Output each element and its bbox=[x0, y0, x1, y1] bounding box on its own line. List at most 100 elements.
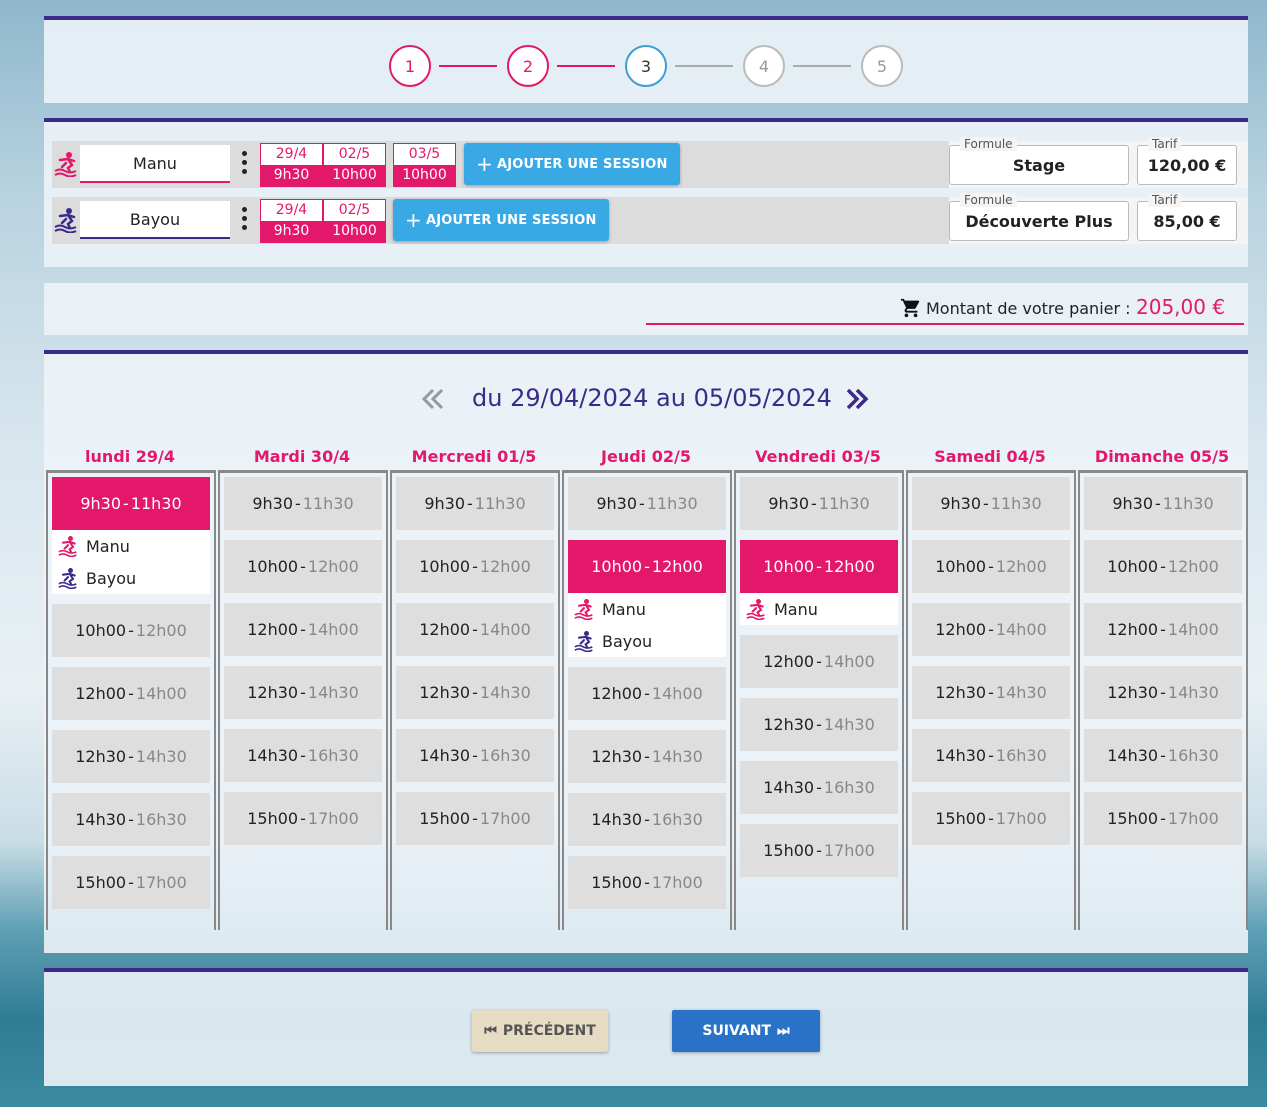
previous-button[interactable]: ⏮ PRÉCÉDENT bbox=[472, 1010, 608, 1052]
day-column: 9h30-11h30 10h00-12h00 Manu Bayou 12h00-14h0… bbox=[562, 470, 732, 930]
slot-start: 15h00 bbox=[763, 841, 815, 860]
time-slot[interactable]: 12h30-14h30 bbox=[396, 666, 554, 719]
slot-end: 16h30 bbox=[651, 810, 703, 829]
slot-end: 11h30 bbox=[818, 494, 870, 513]
time-slot[interactable]: 12h00-14h00 bbox=[740, 635, 898, 688]
time-slot[interactable]: 10h00-12h00 bbox=[396, 540, 554, 593]
time-slot[interactable]: 12h00-14h00 bbox=[52, 667, 210, 720]
slot-separator: - bbox=[472, 620, 478, 639]
add-session-button[interactable]: + AJOUTER UNE SESSION bbox=[393, 199, 609, 241]
time-slot[interactable]: 14h30-16h30 bbox=[740, 761, 898, 814]
slot-separator: - bbox=[1160, 620, 1166, 639]
participants-panel: Manu 29/4 9h30 02/5 10h00 03/5 10h00 + A… bbox=[44, 118, 1248, 267]
session-date: 29/4 bbox=[275, 202, 308, 218]
booked-participants: Manu Bayou bbox=[568, 593, 726, 657]
step-5: 5 bbox=[861, 45, 903, 87]
slot-separator: - bbox=[988, 683, 994, 702]
slot-end: 11h30 bbox=[474, 494, 526, 513]
time-slot[interactable]: 12h00-14h00 bbox=[912, 603, 1070, 656]
slot-end: 17h00 bbox=[651, 873, 703, 892]
participant-name-field[interactable]: Bayou bbox=[80, 201, 230, 239]
time-slot[interactable]: 9h30-11h30 bbox=[568, 477, 726, 530]
surfer-icon bbox=[54, 208, 77, 233]
kebab-menu-icon[interactable] bbox=[242, 151, 248, 175]
chevron-double-right-icon[interactable] bbox=[842, 384, 872, 414]
time-slot[interactable]: 12h30-14h30 bbox=[52, 730, 210, 783]
time-slot[interactable]: 15h00-17h00 bbox=[568, 856, 726, 909]
session-time: 9h30 bbox=[261, 165, 322, 186]
slot-end: 17h00 bbox=[1167, 809, 1219, 828]
time-slot[interactable]: 14h30-16h30 bbox=[568, 793, 726, 846]
time-slot[interactable]: 12h30-14h30 bbox=[224, 666, 382, 719]
next-button[interactable]: SUIVANT ⏭ bbox=[672, 1010, 820, 1052]
formule-select[interactable]: Formule Stage bbox=[949, 137, 1129, 185]
session-chip[interactable]: 02/5 10h00 bbox=[323, 143, 386, 187]
time-slot[interactable]: 12h00-14h00 bbox=[396, 603, 554, 656]
kebab-menu-icon[interactable] bbox=[242, 207, 248, 231]
time-slot[interactable]: 9h30-11h30 bbox=[224, 477, 382, 530]
day-column: 9h30-11h30 10h00-12h00 Manu 12h00-14h00 12h3… bbox=[734, 470, 904, 930]
slot-start: 14h30 bbox=[247, 746, 299, 765]
slot-separator: - bbox=[1160, 809, 1166, 828]
slot-separator: - bbox=[644, 873, 650, 892]
time-slot[interactable]: 12h00-14h00 bbox=[1084, 603, 1242, 656]
slot-separator: - bbox=[123, 494, 129, 513]
day-header: Vendredi 03/5 bbox=[755, 447, 881, 466]
chevron-double-left-icon[interactable] bbox=[418, 384, 448, 414]
time-slot[interactable]: 9h30-11h30 bbox=[912, 477, 1070, 530]
slot-separator: - bbox=[1160, 746, 1166, 765]
slot-start: 10h00 bbox=[591, 557, 643, 576]
tarif-label: Tarif bbox=[1148, 137, 1182, 151]
session-chip[interactable]: 29/4 9h30 bbox=[260, 199, 323, 243]
slot-end: 17h00 bbox=[307, 809, 359, 828]
time-slot[interactable]: 15h00-17h00 bbox=[740, 824, 898, 877]
participant-name-field[interactable]: Manu bbox=[80, 145, 230, 183]
slot-start: 12h00 bbox=[935, 620, 987, 639]
time-slot[interactable]: 14h30-16h30 bbox=[396, 729, 554, 782]
time-slot[interactable]: 9h30-11h30 bbox=[1084, 477, 1242, 530]
add-session-button[interactable]: + AJOUTER UNE SESSION bbox=[464, 143, 680, 185]
time-slot[interactable]: 14h30-16h30 bbox=[52, 793, 210, 846]
slot-start: 12h30 bbox=[419, 683, 471, 702]
time-slot[interactable]: 14h30-16h30 bbox=[912, 729, 1070, 782]
time-slot[interactable]: 9h30-11h30 bbox=[740, 477, 898, 530]
time-slot[interactable]: 10h00-12h00 bbox=[224, 540, 382, 593]
slot-start: 10h00 bbox=[247, 557, 299, 576]
time-slot[interactable]: 10h00-12h00 bbox=[52, 604, 210, 657]
time-slot[interactable]: 10h00-12h00 bbox=[912, 540, 1070, 593]
step-3[interactable]: 3 bbox=[625, 45, 667, 87]
session-chip[interactable]: 29/4 9h30 bbox=[260, 143, 323, 187]
time-slot[interactable]: 10h00-12h00 bbox=[1084, 540, 1242, 593]
time-slot[interactable]: 12h30-14h30 bbox=[1084, 666, 1242, 719]
time-slot[interactable]: 14h30-16h30 bbox=[224, 729, 382, 782]
time-slot[interactable]: 12h30-14h30 bbox=[568, 730, 726, 783]
slot-separator: - bbox=[300, 620, 306, 639]
slot-start: 12h00 bbox=[247, 620, 299, 639]
session-chip[interactable]: 02/5 10h00 bbox=[323, 199, 386, 243]
time-slot[interactable]: 15h00-17h00 bbox=[912, 792, 1070, 845]
time-slot[interactable]: 10h00-12h00 bbox=[568, 540, 726, 593]
time-slot[interactable]: 9h30-11h30 bbox=[396, 477, 554, 530]
formule-select[interactable]: Formule Découverte Plus bbox=[949, 193, 1129, 241]
slot-separator: - bbox=[816, 557, 822, 576]
time-slot[interactable]: 12h00-14h00 bbox=[224, 603, 382, 656]
time-slot[interactable]: 14h30-16h30 bbox=[1084, 729, 1242, 782]
session-time: 10h00 bbox=[324, 165, 385, 186]
time-slot[interactable]: 12h30-14h30 bbox=[912, 666, 1070, 719]
step-1[interactable]: 1 bbox=[389, 45, 431, 87]
slot-start: 10h00 bbox=[1107, 557, 1159, 576]
slot-end: 16h30 bbox=[479, 746, 531, 765]
session-chip[interactable]: 03/5 10h00 bbox=[393, 143, 456, 187]
navigation-bar: ⏮ PRÉCÉDENT SUIVANT ⏭ bbox=[44, 968, 1248, 1086]
time-slot[interactable]: 10h00-12h00 bbox=[740, 540, 898, 593]
time-slot[interactable]: 15h00-17h00 bbox=[396, 792, 554, 845]
time-slot[interactable]: 15h00-17h00 bbox=[52, 856, 210, 909]
time-slot[interactable]: 12h00-14h00 bbox=[568, 667, 726, 720]
time-slot[interactable]: 12h30-14h30 bbox=[740, 698, 898, 751]
time-slot[interactable]: 9h30-11h30 bbox=[52, 477, 210, 530]
time-slot[interactable]: 15h00-17h00 bbox=[1084, 792, 1242, 845]
slot-end: 17h00 bbox=[135, 873, 187, 892]
tarif-value: 120,00 € bbox=[1147, 155, 1227, 175]
time-slot[interactable]: 15h00-17h00 bbox=[224, 792, 382, 845]
step-2[interactable]: 2 bbox=[507, 45, 549, 87]
